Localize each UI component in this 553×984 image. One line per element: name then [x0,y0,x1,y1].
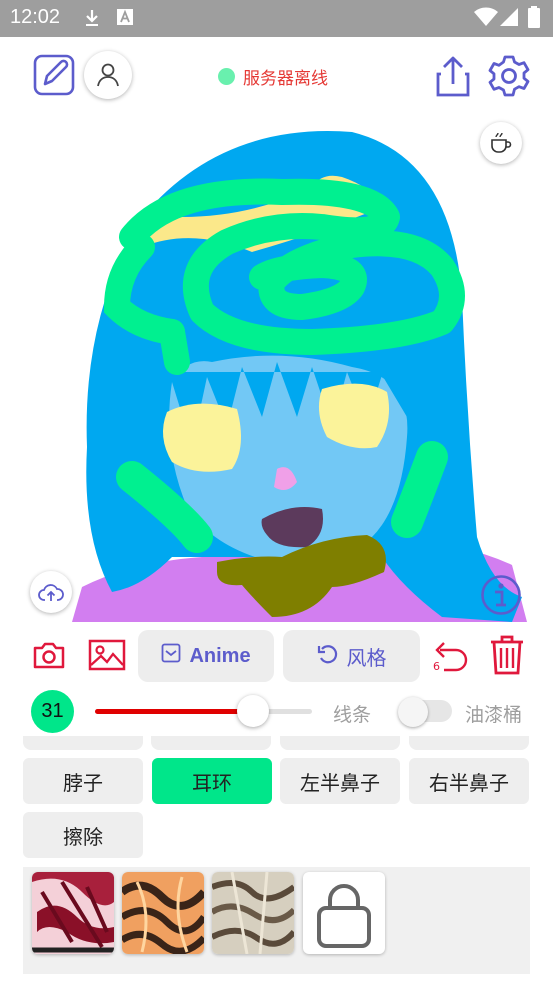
gear-icon[interactable] [486,53,532,99]
style-thumb-orange[interactable] [122,872,204,954]
tag-label: 左半鼻子 [300,770,380,795]
clock: 12:02 [10,6,61,28]
image-gallery-icon[interactable] [87,637,127,673]
anime-model-button[interactable]: Anime [138,630,274,682]
tag-left-nose[interactable]: 左半鼻子 [280,758,400,804]
select-box-icon [161,643,181,669]
status-bar: 12:02 [0,0,553,37]
font-app-icon [116,8,134,30]
camera-icon[interactable] [31,637,67,673]
lock-icon[interactable] [303,872,385,954]
tag-erase[interactable]: 擦除 [23,812,143,858]
tag-neck[interactable]: 脖子 [23,758,143,804]
slider-thumb[interactable] [237,695,269,727]
cell-signal-icon [500,8,518,30]
scrolled-tag[interactable] [23,736,143,750]
style-label: 风格 [346,645,387,670]
rotate-icon [317,643,339,670]
brush-size-badge: 31 [31,690,74,733]
tag-label: 耳环 [192,770,232,795]
info-icon[interactable] [478,572,524,618]
drawing-canvas[interactable] [22,117,532,622]
tag-earring[interactable]: 耳环 [152,758,272,804]
coffee-icon[interactable] [480,122,522,164]
battery-icon [528,6,540,32]
slider-fill [95,709,253,714]
user-icon[interactable] [84,51,132,99]
wifi-icon [474,7,498,31]
download-icon [82,8,102,32]
status-dot [218,68,235,85]
paint-bucket-label: 油漆桶 [465,704,523,726]
tag-label: 脖子 [63,770,103,795]
brush-size-slider[interactable] [95,709,312,714]
toggle-thumb[interactable] [398,697,428,727]
edit-pen-icon[interactable] [32,53,76,97]
server-status: 服务器离线 [218,64,328,89]
tag-label: 擦除 [63,824,103,849]
server-status-label: 服务器离线 [243,69,328,89]
cloud-upload-icon[interactable] [30,571,72,613]
undo-count: 6 [433,660,440,673]
tag-label: 右半鼻子 [429,770,509,795]
anime-label: Anime [189,644,251,667]
share-upload-icon[interactable] [432,54,474,98]
style-thumb-beige[interactable] [212,872,294,954]
trash-icon[interactable] [488,634,526,676]
style-button[interactable]: 风格 [283,630,420,682]
scrolled-tag[interactable] [409,736,529,750]
tag-right-nose[interactable]: 右半鼻子 [409,758,529,804]
style-thumb-red[interactable] [32,872,114,954]
scrolled-tag[interactable] [280,736,400,750]
scrolled-tag[interactable] [151,736,271,750]
line-mode-label: 线条 [333,704,372,726]
drawing-image [72,131,527,622]
